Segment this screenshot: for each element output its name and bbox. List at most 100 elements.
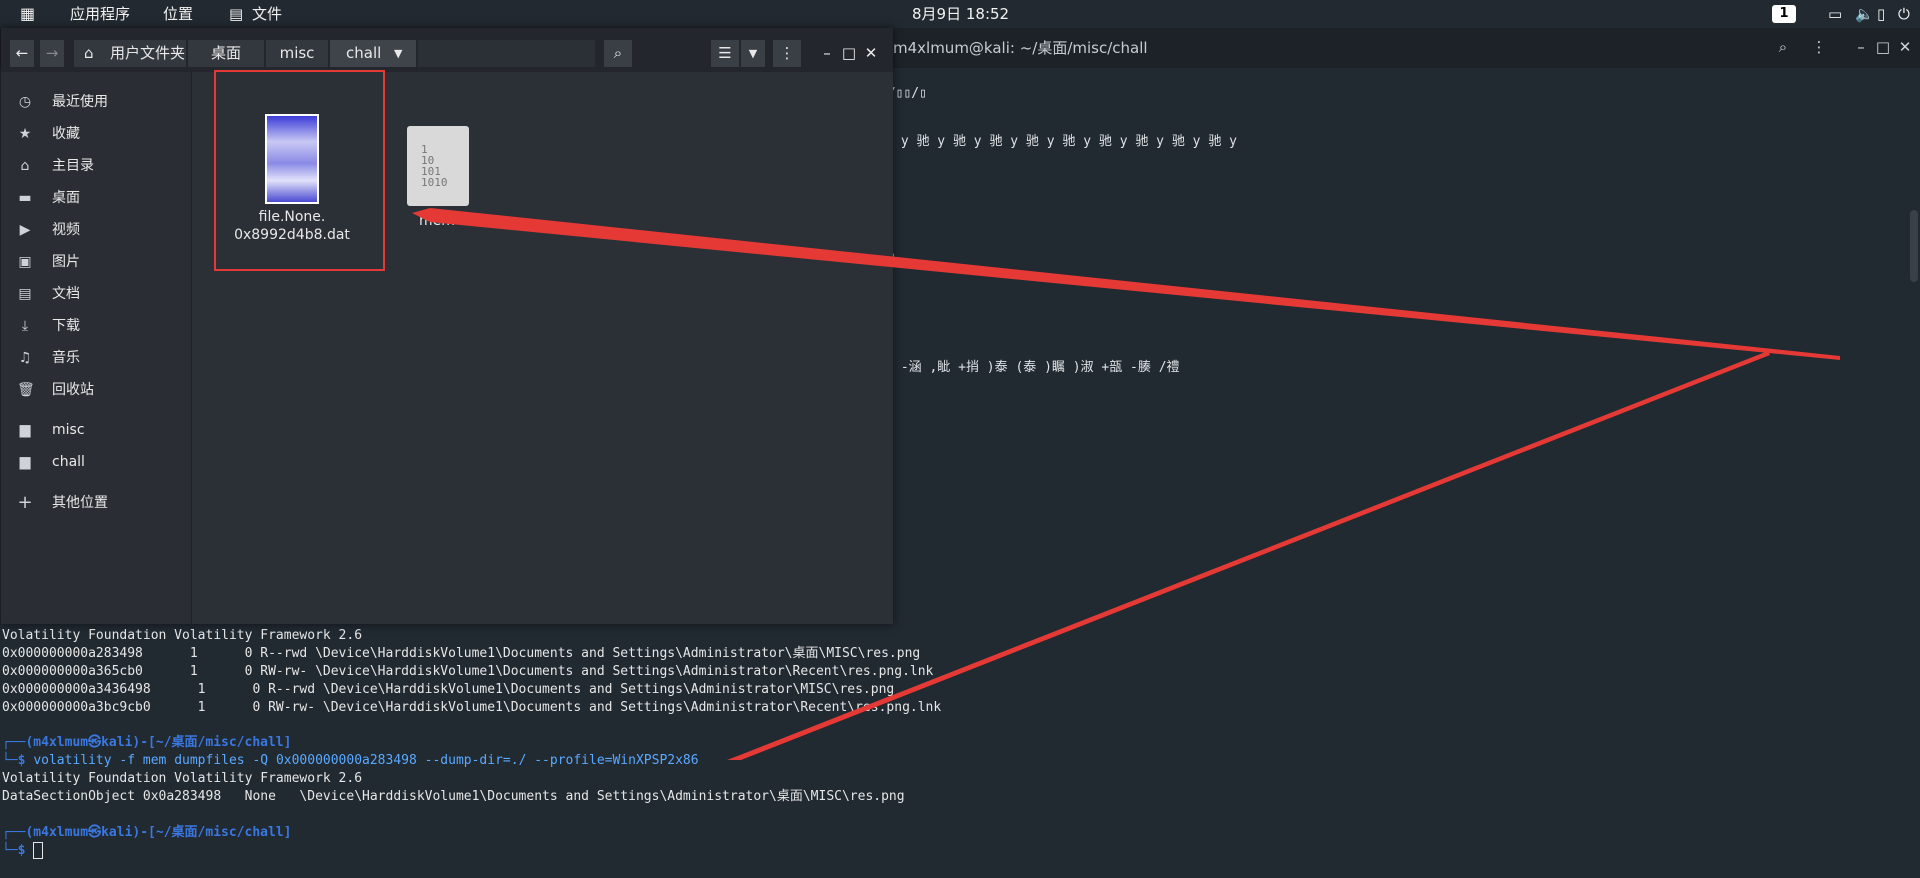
terminal-prompt: ┌──(m4xlmum㉿kali)-[~/桌面/misc/chall]: [2, 825, 292, 840]
sidebar-item-recent[interactable]: ◷ 最近使用: [1, 88, 191, 116]
prompt-user: (m4xlmum㉿kali)-[~/桌面/misc/chall]: [25, 735, 292, 750]
folder-icon: ▆: [19, 454, 31, 470]
sidebar-item-label: 桌面: [52, 190, 80, 206]
file-manager-window[interactable]: ← → ⌂ 用户文件夹 桌面 misc chall ▼ ⌕ ☰ ▼ ⋮ – □ ✕ …: [1, 28, 893, 624]
document-icon: ▤: [18, 286, 32, 302]
terminal-output-line: Volatility Foundation Volatility Framewo…: [2, 771, 363, 786]
display-icon[interactable]: ▭: [1828, 0, 1842, 28]
battery-icon[interactable]: ▯: [1877, 0, 1885, 28]
terminal-output-line: DataSectionObject 0x0a283498 None \Devic…: [2, 789, 905, 804]
terminal-cursor: [33, 842, 44, 859]
breadcrumb-chall[interactable]: chall ▼: [330, 40, 416, 67]
breadcrumb-misc[interactable]: misc: [266, 40, 328, 67]
terminal-command-line: └─$ volatility -f mem dumpfiles -Q 0x000…: [2, 753, 699, 768]
search-button[interactable]: ⌕: [604, 40, 632, 67]
sidebar-item-videos[interactable]: ▶ 视频: [1, 216, 191, 244]
maximize-button[interactable]: □: [839, 40, 859, 67]
sidebar-item-music[interactable]: ♫ 音乐: [1, 344, 191, 372]
close-icon[interactable]: ✕: [1894, 36, 1916, 58]
sidebar-item-label: 收藏: [52, 126, 80, 142]
terminal-garbled-line: 驰 y 驰 y 驰 y 驰 y 驰 y 驰 y 驰 y 驰 y 驰 y 驰 y: [880, 134, 1237, 149]
files-app-icon: ▤: [229, 5, 244, 23]
forward-button[interactable]: →: [40, 40, 64, 67]
terminal-scrollbar[interactable]: [1910, 210, 1918, 282]
sidebar-item-label: 其他位置: [52, 495, 108, 511]
file-manager-header: ← → ⌂ 用户文件夹 桌面 misc chall ▼ ⌕ ☰ ▼ ⋮ – □ ✕: [1, 28, 893, 72]
sidebar-item-misc[interactable]: ▆ misc: [1, 416, 191, 444]
file-item-mem[interactable]: 1 10 101 1010 mem: [407, 126, 469, 230]
sidebar-item-pictures[interactable]: ▣ 图片: [1, 248, 191, 276]
view-list-button[interactable]: ☰: [711, 40, 739, 67]
terminal-title: m4xlmum@kali: ~/桌面/misc/chall: [893, 39, 1148, 57]
maximize-icon[interactable]: □: [1872, 36, 1894, 58]
menu-button[interactable]: ⋮: [773, 40, 801, 67]
binary-icon-text: 1010: [421, 176, 448, 189]
terminal-prompt: ┌──(m4xlmum㉿kali)-[~/桌面/misc/chall]: [2, 735, 292, 750]
terminal-output-line: Volatility Foundation Volatility Framewo…: [2, 628, 363, 643]
sidebar-item-label: 回收站: [52, 382, 94, 398]
minimize-icon[interactable]: –: [1850, 36, 1872, 58]
sidebar-item-label: 视频: [52, 222, 80, 238]
clock[interactable]: 8月9日 18:52: [912, 0, 1009, 28]
music-icon: ♫: [18, 350, 32, 366]
terminal-command: volatility -f mem dumpfiles -Q 0x0000000…: [33, 753, 699, 768]
volume-icon[interactable]: 🔈: [1855, 0, 1874, 28]
power-icon[interactable]: ⏻: [1898, 0, 1910, 28]
view-options-button[interactable]: ▼: [741, 40, 765, 67]
sidebar-item-label: 音乐: [52, 350, 80, 366]
files-menu[interactable]: 文件: [252, 0, 282, 28]
sidebar-item-desktop[interactable]: ▬ 桌面: [1, 184, 191, 212]
sidebar-item-label: 最近使用: [52, 94, 108, 110]
sidebar-item-downloads[interactable]: ⤓ 下载: [1, 312, 191, 340]
sidebar-item-starred[interactable]: ★ 收藏: [1, 120, 191, 148]
top-panel: ▦ 应用程序 位置 ▤ 文件 8月9日 18:52 1 ▭ 🔈 ▯ ⏻: [0, 0, 1920, 28]
sidebar-item-documents[interactable]: ▤ 文档: [1, 280, 191, 308]
sidebar-item-label: 文档: [52, 286, 80, 302]
clock-icon: ◷: [18, 94, 32, 110]
terminal-input-line[interactable]: └─$: [2, 842, 44, 860]
binary-file-icon: 1 10 101 1010: [407, 126, 469, 206]
back-button[interactable]: ←: [10, 40, 34, 67]
breadcrumb-label: chall: [346, 44, 382, 62]
desktop-icon: ▬: [18, 190, 32, 206]
plus-icon: +: [17, 492, 33, 513]
sidebar-item-home[interactable]: ⌂ 主目录: [1, 152, 191, 180]
workspace-indicator[interactable]: 1: [1772, 5, 1796, 23]
image-icon: ▣: [18, 254, 32, 270]
sidebar-item-trash[interactable]: 🗑 回收站: [1, 376, 191, 404]
sidebar-item-label: 下载: [52, 318, 80, 334]
breadcrumb-label: 用户文件夹: [110, 44, 186, 62]
breadcrumb-desktop[interactable]: 桌面: [188, 40, 264, 67]
sidebar-item-label: chall: [52, 454, 85, 470]
sidebar-item-other-locations[interactable]: + 其他位置: [1, 489, 191, 517]
highlight-box: [214, 70, 385, 271]
video-icon: ▶: [19, 222, 31, 238]
sidebar-item-label: 图片: [52, 254, 80, 270]
desktop: ▦ 应用程序 位置 ▤ 文件 8月9日 18:52 1 ▭ 🔈 ▯ ⏻ m4xl…: [0, 0, 1920, 878]
folder-icon: ▆: [19, 422, 31, 438]
places-menu[interactable]: 位置: [163, 0, 193, 28]
star-icon: ★: [18, 126, 32, 142]
home-icon: ⌂: [20, 158, 30, 174]
prompt-user: (m4xlmum㉿kali)-[~/桌面/misc/chall]: [25, 825, 292, 840]
home-icon: ⌂: [84, 44, 94, 62]
file-name: mem: [419, 213, 455, 229]
terminal-output-line: 0x000000000a365cb0 1 0 RW-rw- \Device\Ha…: [2, 664, 934, 679]
chevron-down-icon: ▼: [394, 47, 403, 60]
sidebar: ◷ 最近使用 ★ 收藏 ⌂ 主目录 ▬ 桌面 ▶ 视频 ▣ 图片 ▤ 文档 ⤓ 下载 ♫ 音乐 🗑…: [1, 72, 192, 624]
sidebar-item-label: misc: [52, 422, 85, 438]
terminal-garbled-line: 殺 -涵 ,眦 +捎 )泰 (泰 )瞩 )淑 +瓿 -腠 /禮: [880, 360, 1180, 375]
sidebar-item-chall[interactable]: ▆ chall: [1, 448, 191, 476]
search-icon[interactable]: ⌕: [1772, 36, 1794, 58]
terminal-output-line: 0x000000000a283498 1 0 R--rwd \Device\Ha…: [2, 646, 921, 661]
menu-icon[interactable]: ⋮: [1808, 36, 1830, 58]
minimize-button[interactable]: –: [817, 40, 837, 67]
breadcrumb-home[interactable]: ⌂ 用户文件夹: [74, 40, 186, 67]
sidebar-item-label: 主目录: [52, 158, 94, 174]
path-bar-empty: [418, 40, 595, 67]
applications-menu[interactable]: 应用程序: [70, 0, 130, 28]
close-button[interactable]: ✕: [861, 40, 881, 67]
app-grid-icon[interactable]: ▦: [20, 0, 35, 28]
trash-icon: 🗑: [17, 382, 35, 398]
terminal-output-line: 0x000000000a3436498 1 0 R--rwd \Device\H…: [2, 682, 895, 697]
